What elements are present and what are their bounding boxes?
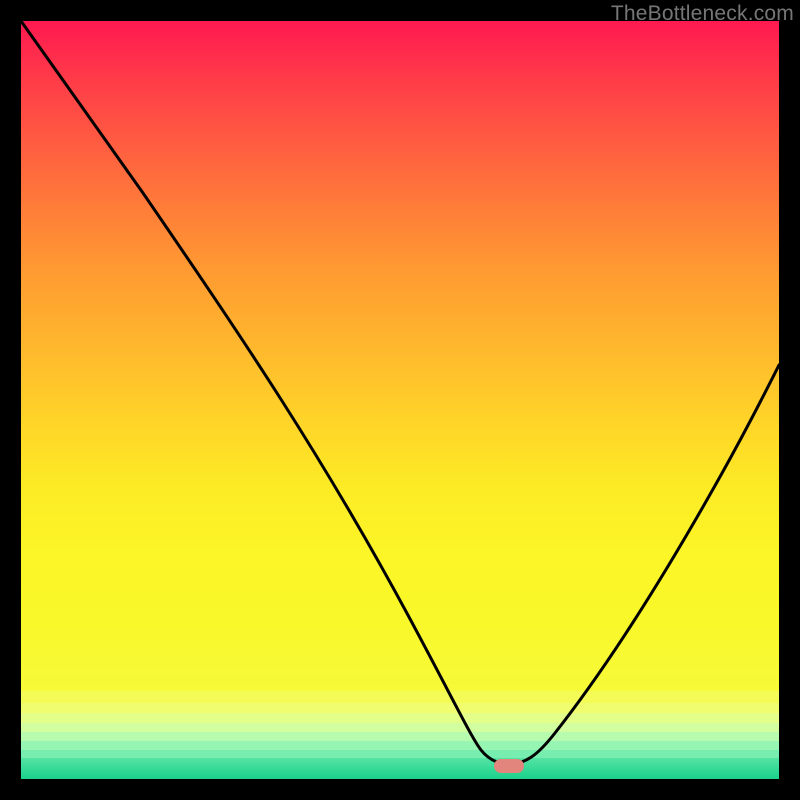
- plot-area: [21, 21, 779, 779]
- chart-root: TheBottleneck.com: [0, 0, 800, 800]
- bottleneck-curve: [21, 21, 779, 779]
- curve-path: [21, 21, 779, 764]
- optimum-marker: [494, 759, 524, 773]
